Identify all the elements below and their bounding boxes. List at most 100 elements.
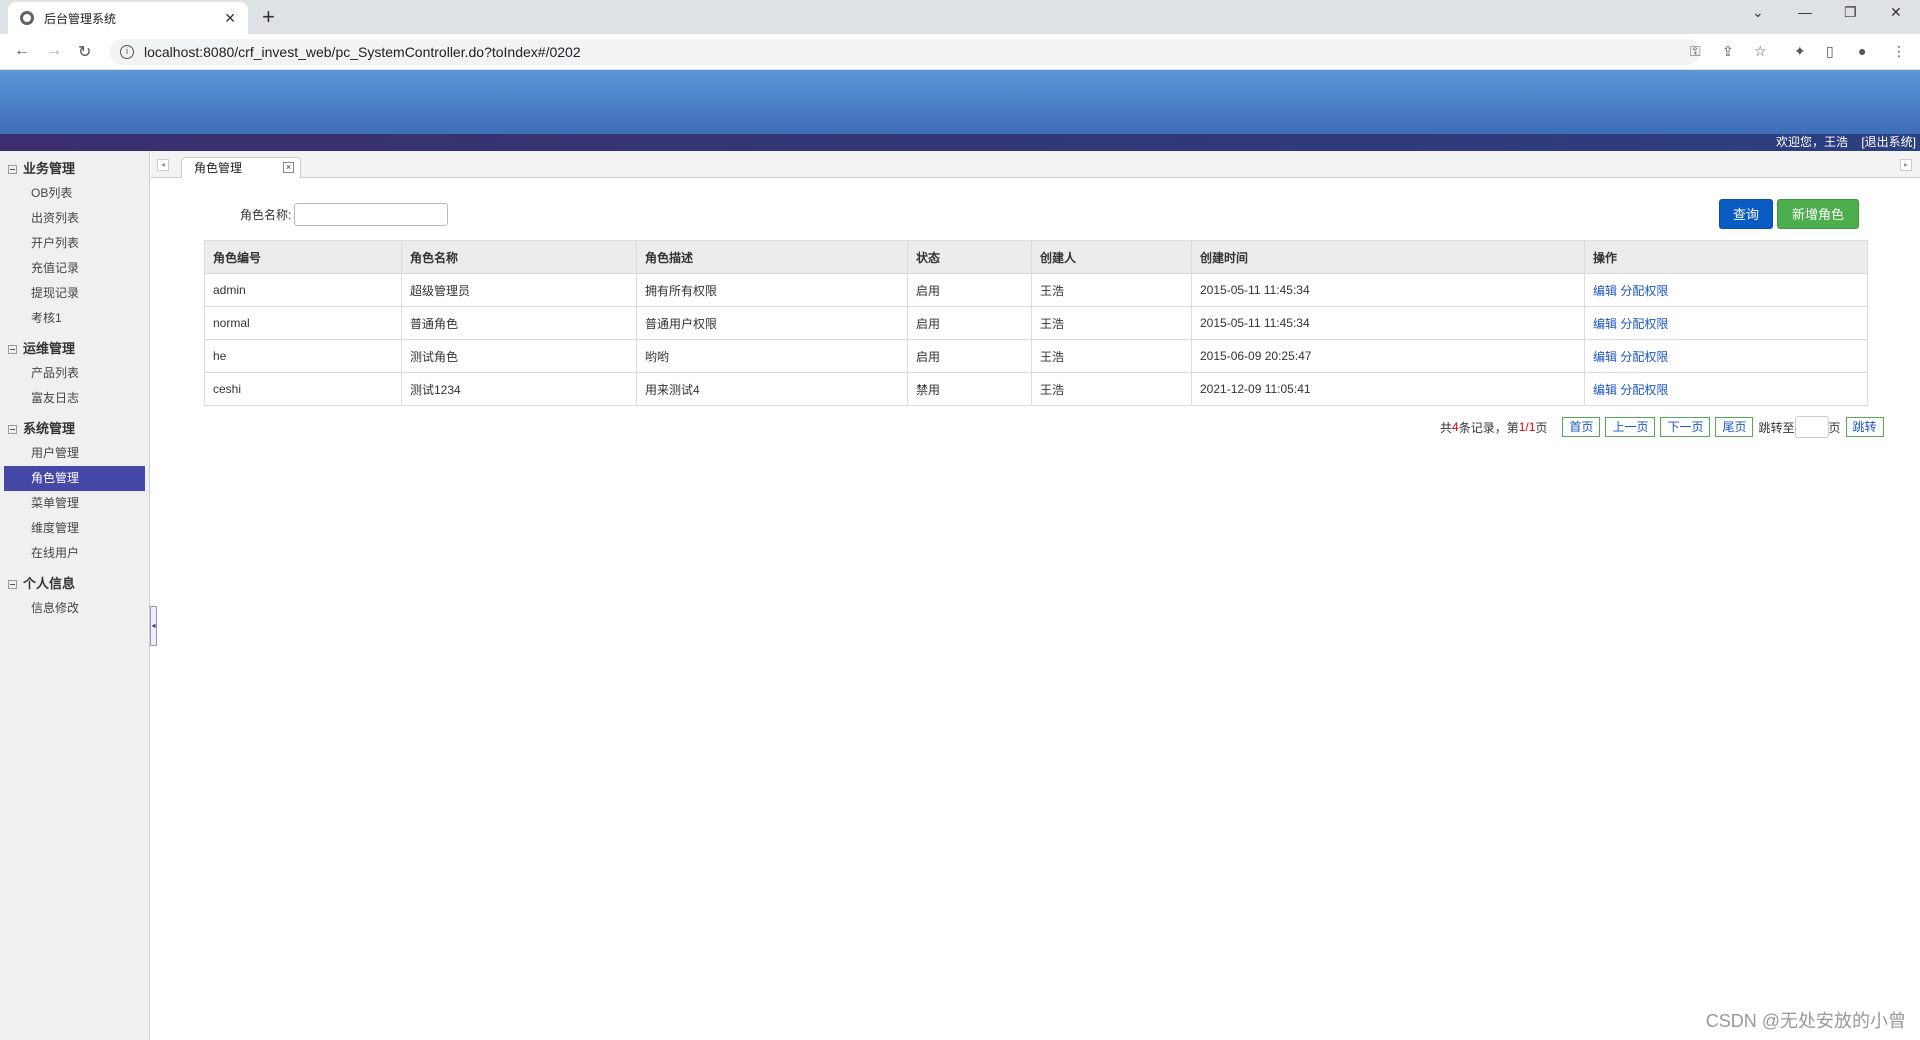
content-tabbar: ◂ 角色管理 × ▸ <box>151 151 1920 178</box>
url-text: localhost:8080/crf_invest_web/pc_SystemC… <box>144 44 581 60</box>
pager-mid: 条记录，第 <box>1458 420 1519 435</box>
reload-icon[interactable]: ↻ <box>78 42 91 62</box>
assign-permission-link[interactable]: 分配权限 <box>1620 350 1668 364</box>
cell: 拥有所有权限 <box>636 273 908 307</box>
top-status-bar: 欢迎您，王浩 [退出系统] <box>0 134 1920 151</box>
sidebar-item-invest-list[interactable]: 出资列表 <box>4 206 145 231</box>
query-button[interactable]: 查询 <box>1719 199 1773 229</box>
collapse-icon[interactable] <box>8 344 17 354</box>
sidebar-item-recharge[interactable]: 充值记录 <box>4 256 145 281</box>
share-icon[interactable]: ⇪ <box>1722 43 1734 60</box>
pager-prefix: 共 <box>1440 420 1453 435</box>
sidebar-item-account-list[interactable]: 开户列表 <box>4 231 145 256</box>
role-table: 角色编号 角色名称 角色描述 状态 创建人 创建时间 操作 admin 超级管理… <box>204 240 1868 406</box>
prev-page-button[interactable]: 上一页 <box>1605 417 1656 437</box>
sidebar-group-ops[interactable]: 运维管理 <box>0 337 149 361</box>
sidebar-group-personal[interactable]: 个人信息 <box>0 572 149 596</box>
column-header: 角色描述 <box>636 240 908 274</box>
close-icon[interactable]: × <box>283 162 294 173</box>
collapse-icon[interactable] <box>8 579 17 589</box>
jump-page-input[interactable] <box>1794 416 1829 438</box>
collapse-icon[interactable] <box>8 424 17 434</box>
edit-link[interactable]: 编辑 <box>1593 284 1617 298</box>
close-window-icon[interactable]: ✕ <box>1890 4 1902 21</box>
sidebar-item-profile-edit[interactable]: 信息修改 <box>4 596 145 621</box>
cell: 2015-05-11 11:45:34 <box>1191 306 1585 340</box>
sidebar-item-products[interactable]: 产品列表 <box>4 361 145 386</box>
column-header: 状态 <box>907 240 1032 274</box>
next-page-button[interactable]: 下一页 <box>1660 417 1711 437</box>
sidebar-item-withdraw[interactable]: 提现记录 <box>4 281 145 306</box>
search-row: 角色名称: <box>240 203 449 226</box>
sidebar-item-online-users[interactable]: 在线用户 <box>4 541 145 566</box>
sidebar-group-system[interactable]: 系统管理 <box>0 417 149 441</box>
cell: 超级管理员 <box>401 273 637 307</box>
globe-icon <box>20 11 34 25</box>
assign-permission-link[interactable]: 分配权限 <box>1620 383 1668 397</box>
first-page-button[interactable]: 首页 <box>1562 417 1601 437</box>
cell: 2015-05-11 11:45:34 <box>1191 273 1585 307</box>
actions-cell: 编辑 分配权限 <box>1584 306 1868 340</box>
welcome-text: 欢迎您，王浩 <box>1775 135 1848 149</box>
back-icon[interactable]: ← <box>14 42 30 60</box>
assign-permission-link[interactable]: 分配权限 <box>1620 317 1668 331</box>
tab-scroll-left-icon[interactable]: ◂ <box>157 159 169 171</box>
cell: 王浩 <box>1031 372 1192 406</box>
info-icon[interactable]: i <box>120 45 134 59</box>
add-role-button[interactable]: 新增角色 <box>1777 199 1859 229</box>
sidebar-item-assess[interactable]: 考核1 <box>4 306 145 331</box>
edit-link[interactable]: 编辑 <box>1593 383 1617 397</box>
app-banner <box>0 70 1920 134</box>
tab-label: 角色管理 <box>194 161 243 175</box>
forward-icon[interactable]: → <box>46 42 62 60</box>
key-icon[interactable]: ⚿ <box>1690 43 1701 60</box>
sidepanel-icon[interactable]: ▯ <box>1826 43 1834 60</box>
total-count: 4 <box>1452 420 1459 434</box>
extensions-icon[interactable]: ✦ <box>1794 43 1806 60</box>
tab-scroll-right-icon[interactable]: ▸ <box>1900 159 1912 171</box>
table-row: normal 普通角色 普通用户权限 启用 王浩 2015-05-11 11:4… <box>204 306 1868 340</box>
pager-suffix: 页 <box>1535 420 1548 435</box>
cell: 王浩 <box>1031 306 1192 340</box>
new-tab-icon[interactable]: + <box>262 4 275 30</box>
column-header: 角色名称 <box>401 240 637 274</box>
table-header-row: 角色编号 角色名称 角色描述 状态 创建人 创建时间 操作 <box>204 240 1868 274</box>
close-tab-icon[interactable]: ✕ <box>224 10 236 27</box>
profile-icon[interactable]: ● <box>1858 43 1866 59</box>
jump-button[interactable]: 跳转 <box>1845 417 1884 437</box>
table-row: he 测试角色 哟哟 启用 王浩 2015-06-09 20:25:47 编辑 … <box>204 339 1868 373</box>
cell: ceshi <box>204 372 402 406</box>
assign-permission-link[interactable]: 分配权限 <box>1620 284 1668 298</box>
menu-icon[interactable]: ⋮ <box>1892 43 1906 60</box>
browser-tabstrip: 后台管理系统 ✕ + ⌄ — ❐ ✕ <box>0 0 1920 34</box>
address-bar: ← → ↻ i localhost:8080/crf_invest_web/pc… <box>0 34 1920 70</box>
tab-search-icon[interactable]: ⌄ <box>1752 4 1764 21</box>
edit-link[interactable]: 编辑 <box>1593 317 1617 331</box>
cell: 启用 <box>907 306 1032 340</box>
jump-label: 跳转至 <box>1758 420 1795 435</box>
sidebar-item-users[interactable]: 用户管理 <box>4 441 145 466</box>
sidebar-item-menus[interactable]: 菜单管理 <box>4 491 145 516</box>
sidebar-group-business[interactable]: 业务管理 <box>0 157 149 181</box>
sidebar-item-fuyou-log[interactable]: 富友日志 <box>4 386 145 411</box>
minimize-icon[interactable]: — <box>1798 4 1812 20</box>
logout-link[interactable]: [退出系统] <box>1861 135 1916 149</box>
tab-role-management[interactable]: 角色管理 × <box>181 157 301 178</box>
collapse-icon[interactable] <box>8 164 17 174</box>
sidebar-item-ob-list[interactable]: OB列表 <box>4 181 145 206</box>
sidebar-item-roles[interactable]: 角色管理 <box>4 466 145 491</box>
role-name-input[interactable] <box>294 203 449 226</box>
sidebar-item-dimensions[interactable]: 维度管理 <box>4 516 145 541</box>
table-row: ceshi 测试1234 用来测试4 禁用 王浩 2021-12-09 11:0… <box>204 372 1868 406</box>
last-page-button[interactable]: 尾页 <box>1715 417 1754 437</box>
restore-icon[interactable]: ❐ <box>1844 4 1857 21</box>
cell: admin <box>204 273 402 307</box>
cell: 王浩 <box>1031 339 1192 373</box>
browser-tab[interactable]: 后台管理系统 ✕ <box>8 2 248 34</box>
column-header: 操作 <box>1584 240 1868 274</box>
sidebar: 业务管理 OB列表 出资列表 开户列表 充值记录 提现记录 考核1 运维管理 产… <box>0 151 150 1040</box>
edit-link[interactable]: 编辑 <box>1593 350 1617 364</box>
url-field[interactable]: i localhost:8080/crf_invest_web/pc_Syste… <box>110 39 1700 65</box>
sidebar-collapse-handle[interactable]: ◂ <box>150 606 157 646</box>
star-icon[interactable]: ☆ <box>1754 43 1767 60</box>
